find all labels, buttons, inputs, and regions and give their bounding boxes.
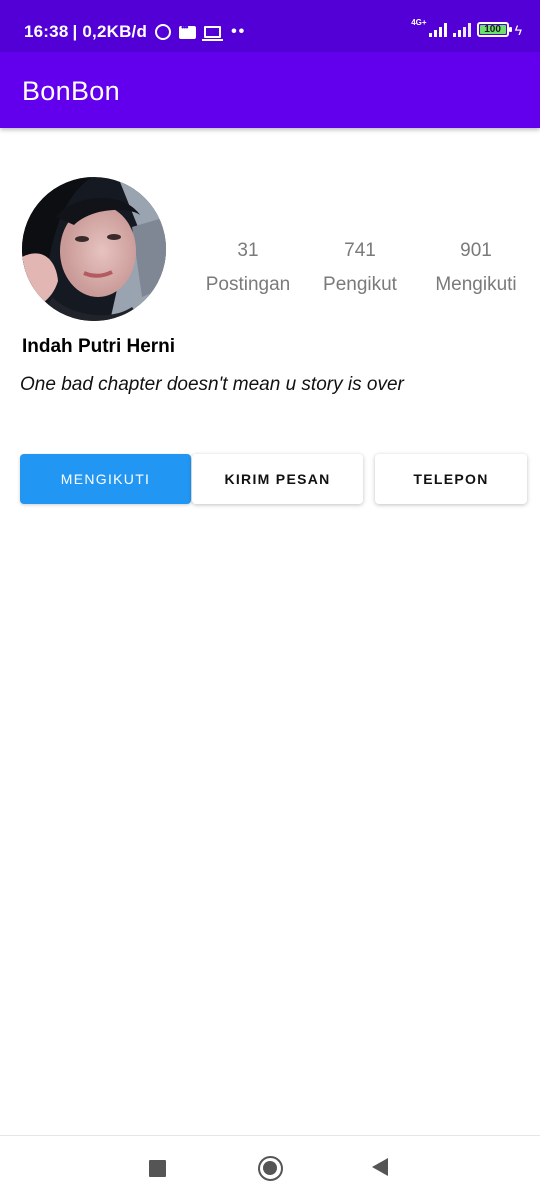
battery-icon: 100: [476, 22, 512, 37]
more-dots-icon: ••: [231, 23, 247, 40]
status-bar: 16:38 | 0,2KB/d •• 4G+ 100 ϟ: [0, 0, 540, 52]
stat-followers[interactable]: 741 Pengikut: [310, 240, 410, 296]
recents-icon[interactable]: [149, 1160, 166, 1177]
avatar[interactable]: [22, 177, 166, 321]
navigation-bar: [0, 1135, 540, 1200]
battery-level: 100: [484, 24, 501, 35]
stat-label: Postingan: [205, 274, 291, 295]
charging-icon: ϟ: [514, 22, 522, 38]
alarm-icon: [155, 24, 172, 40]
stat-label: Pengikut: [323, 274, 397, 295]
stat-value: 741: [344, 240, 376, 261]
clock: 16:38: [24, 22, 69, 41]
profile-photo: [22, 177, 166, 321]
profile-bio: One bad chapter doesn't mean u story is …: [20, 374, 404, 395]
back-icon[interactable]: [372, 1158, 388, 1176]
signal-icon: [428, 23, 447, 37]
signal-icon: [452, 23, 471, 37]
follow-button[interactable]: MENGIKUTI: [20, 454, 191, 504]
stat-label: Mengikuti: [435, 274, 517, 295]
network-type: 4G+: [411, 18, 427, 27]
profile-name: Indah Putri Herni: [22, 336, 176, 357]
network-speed: | 0,2KB/d: [72, 22, 148, 41]
send-message-button[interactable]: KIRIM PESAN: [192, 454, 363, 504]
home-icon[interactable]: [258, 1156, 283, 1181]
stat-value: 901: [460, 240, 492, 261]
status-left: 16:38 | 0,2KB/d ••: [24, 22, 246, 42]
app-bar: BonBon: [0, 52, 540, 128]
app-title: BonBon: [22, 76, 120, 106]
stat-value: 31: [237, 240, 259, 261]
stat-posts[interactable]: 31 Postingan: [198, 240, 298, 296]
stat-following[interactable]: 901 Mengikuti: [425, 240, 527, 296]
status-right: 4G+ 100 ϟ: [411, 18, 522, 38]
laptop-icon: [202, 26, 224, 41]
call-button[interactable]: TELEPON: [375, 454, 527, 504]
message-icon: [179, 22, 197, 39]
